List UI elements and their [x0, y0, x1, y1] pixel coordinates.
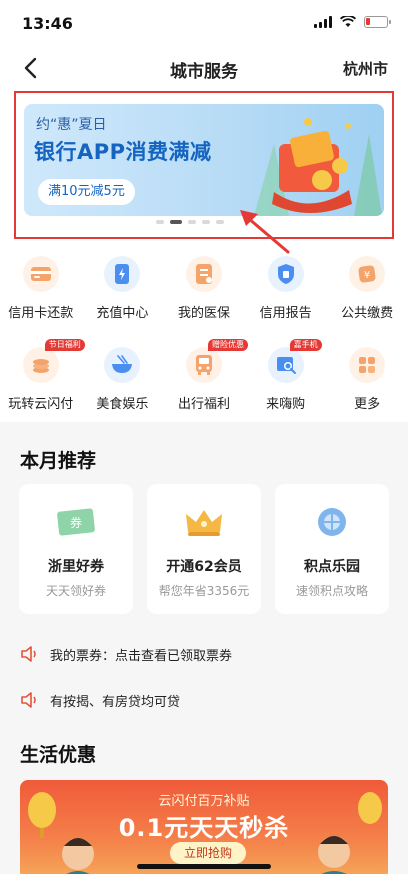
status-icons	[314, 16, 391, 28]
card-desc: 速领积点攻略	[295, 584, 368, 598]
status-bar: 13:46	[0, 0, 408, 48]
public-payment-icon: ¥	[349, 256, 386, 292]
cellular-signal-icon	[314, 16, 332, 28]
service-row: 节日福利 玩转云闪付 美食娱乐 赠险优惠 出行福利 嘉手机 来嗨购 更多	[0, 339, 408, 434]
carousel-dot-active	[170, 220, 182, 224]
credit-card-icon	[22, 256, 59, 292]
service-label: 信用报告	[259, 306, 312, 321]
carousel-dot	[216, 220, 224, 224]
section-title-life: 生活优惠	[20, 744, 97, 766]
service-label: 美食娱乐	[96, 397, 149, 412]
section-title-monthly: 本月推荐	[20, 450, 97, 472]
card-title: 浙里好券	[48, 559, 104, 575]
food-bowl-icon	[104, 347, 141, 383]
coupon-icon: 券	[52, 502, 100, 542]
carousel-dot	[188, 220, 196, 224]
points-icon	[308, 502, 356, 542]
card-points-park[interactable]: 积点乐园 速领积点攻略	[275, 484, 389, 614]
notice-item[interactable]: 有按揭、有房贷均可贷	[20, 689, 180, 711]
card-62-member[interactable]: 开通62会员 帮您年省3356元	[147, 484, 261, 614]
nav-bar: 城市服务 杭州市	[0, 48, 408, 88]
banner-title: 银行APP消费满减	[34, 140, 212, 164]
crown-icon	[180, 502, 228, 542]
coupon-icon-text: 券	[70, 515, 82, 530]
service-travel-benefits[interactable]: 赠险优惠 出行福利	[164, 339, 248, 434]
service-medical-insurance[interactable]: 我的医保	[164, 252, 244, 343]
bus-icon	[185, 347, 222, 383]
shopping-search-icon	[267, 347, 304, 383]
wifi-icon	[340, 16, 356, 27]
service-row: 信用卡还款 充值中心 我的医保 信用报告 ¥ 公共缴费	[0, 252, 408, 343]
character-illustration	[318, 792, 382, 874]
medical-insurance-icon	[185, 256, 222, 292]
banner-subtitle: 约“惠”夏日	[36, 117, 107, 133]
notice-text: 我的票券：点击查看已领取票券	[50, 648, 233, 664]
phone-recharge-icon	[104, 256, 141, 292]
service-label: 玩转云闪付	[8, 397, 74, 412]
speaker-icon	[21, 646, 36, 662]
carousel-dot	[156, 220, 164, 224]
flash-sale-banner[interactable]: 云闪付百万补贴 0.1元天天秒杀 立即抢购	[20, 780, 388, 874]
service-recharge-center[interactable]: 充值中心	[82, 252, 162, 343]
service-label: 更多	[354, 397, 381, 412]
service-label: 出行福利	[177, 397, 230, 412]
service-laihaigou[interactable]: 嘉手机 来嗨购	[246, 339, 326, 434]
notice-item[interactable]: 我的票券：点击查看已领取票券	[20, 643, 232, 665]
carousel-dot	[202, 220, 210, 224]
recommend-cards: 券 浙里好券 天天领好券 开通62会员 帮您年省3356元 积点乐园 速领积点攻…	[19, 484, 389, 614]
service-badge: 嘉手机	[289, 339, 322, 351]
card-title: 开通62会员	[166, 559, 242, 575]
service-credit-card-repay[interactable]: 信用卡还款	[1, 252, 81, 343]
more-grid-icon	[349, 347, 386, 383]
service-more[interactable]: 更多	[327, 343, 407, 434]
service-label: 我的医保	[177, 306, 230, 321]
banner-offer: 满10元减5元	[38, 179, 135, 205]
service-label: 公共缴费	[341, 306, 394, 321]
card-title: 积点乐园	[304, 559, 360, 575]
service-credit-report[interactable]: 信用报告	[246, 252, 326, 343]
card-zheli-coupon[interactable]: 券 浙里好券 天天领好券	[19, 484, 133, 614]
buy-now-button[interactable]: 立即抢购	[170, 842, 246, 864]
city-selector[interactable]: 杭州市	[343, 58, 388, 79]
promo-banner[interactable]: 约“惠”夏日 银行APP消费满减 满10元减5元	[24, 104, 384, 216]
service-grid: 信用卡还款 充值中心 我的医保 信用报告 ¥ 公共缴费 节日福利 玩转云闪付 美…	[0, 252, 408, 434]
annotation-arrow-icon	[240, 210, 290, 254]
card-desc: 天天领好券	[45, 584, 106, 598]
notice-text: 有按揭、有房贷均可贷	[50, 694, 181, 710]
speaker-icon	[21, 692, 36, 708]
service-label: 来嗨购	[266, 397, 306, 412]
credit-report-icon	[267, 256, 304, 292]
card-desc: 帮您年省3356元	[158, 584, 250, 598]
service-badge: 节日福利	[44, 339, 85, 351]
service-food-entertainment[interactable]: 美食娱乐	[82, 343, 162, 434]
status-time: 13:46	[22, 14, 73, 33]
service-label: 充值中心	[96, 306, 149, 321]
battery-icon	[364, 16, 391, 28]
service-label: 信用卡还款	[8, 306, 74, 321]
home-indicator[interactable]	[137, 864, 271, 869]
service-badge: 赠险优惠	[207, 339, 248, 351]
svg-text:¥: ¥	[364, 270, 370, 281]
coins-icon	[22, 347, 59, 383]
carousel-indicator	[156, 220, 224, 224]
service-public-payment[interactable]: ¥ 公共缴费	[327, 252, 407, 343]
service-yunshanfu[interactable]: 节日福利 玩转云闪付	[1, 339, 85, 434]
